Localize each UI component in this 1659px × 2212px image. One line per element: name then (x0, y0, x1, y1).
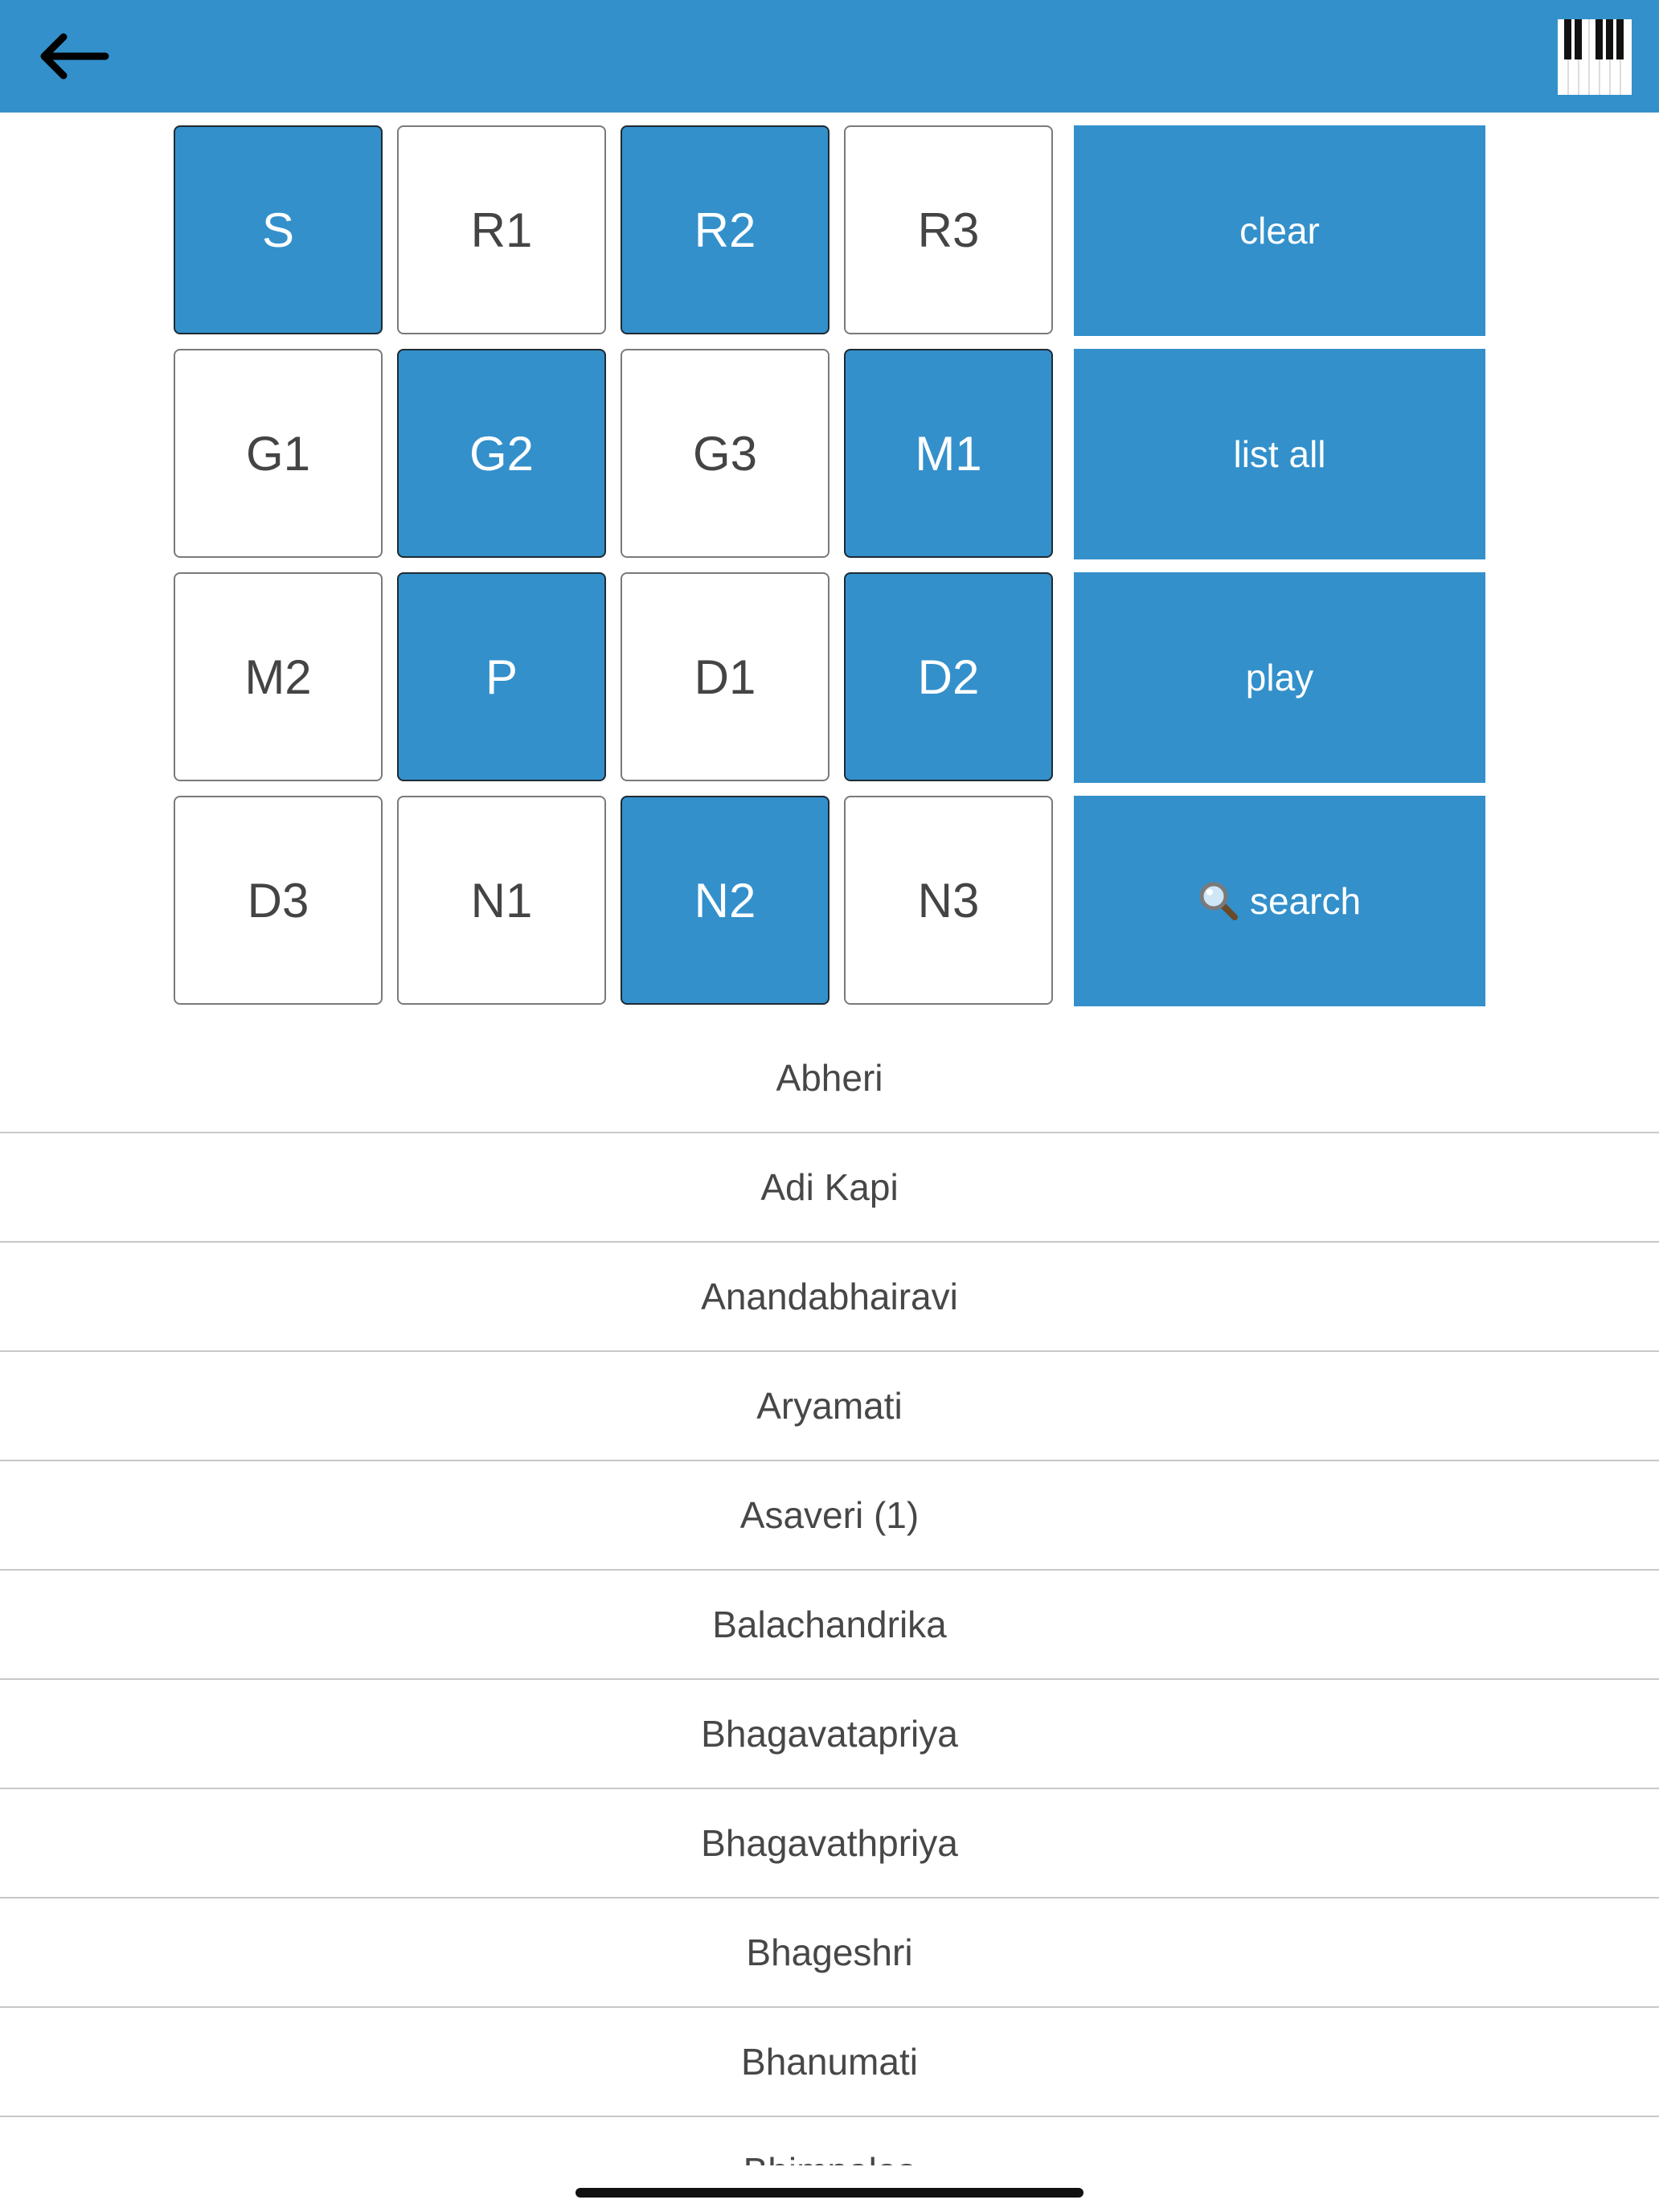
raga-list-item[interactable]: Asaveri (1) (0, 1461, 1659, 1571)
piano-keys-icon (1558, 19, 1632, 95)
raga-name: Abheri (776, 1057, 883, 1099)
swara-label: P (485, 649, 518, 704)
play-button[interactable]: play (1074, 572, 1485, 783)
clear-label: clear (1239, 210, 1320, 252)
swara-label: G3 (692, 426, 758, 481)
swara-label: M1 (915, 426, 982, 481)
raga-name: Aryamati (756, 1385, 903, 1427)
raga-list-item[interactable]: Aryamati (0, 1352, 1659, 1461)
swara-label: D1 (694, 649, 756, 704)
swara-button[interactable]: P (397, 572, 606, 781)
swara-label: N3 (917, 873, 980, 928)
swara-button[interactable]: D1 (621, 572, 830, 781)
raga-list[interactable]: Abheri Adi Kapi Anandabhairavi Aryamati Asav… (0, 1024, 1659, 2165)
swara-button[interactable]: M1 (844, 349, 1053, 558)
raga-list-item[interactable]: Bhanumati (0, 2008, 1659, 2117)
swara-button[interactable]: N3 (844, 796, 1053, 1005)
swara-button[interactable]: M2 (174, 572, 383, 781)
swara-button[interactable]: S (174, 125, 383, 334)
raga-list-item[interactable]: Bhimpalas (0, 2117, 1659, 2165)
search-label: search (1249, 880, 1362, 922)
swara-label: R2 (694, 203, 756, 257)
arrow-left-icon (40, 33, 109, 80)
swara-button[interactable]: D2 (844, 572, 1053, 781)
clear-button[interactable]: clear (1074, 125, 1485, 336)
swara-button[interactable]: G3 (621, 349, 830, 558)
swara-label: S (261, 203, 295, 257)
swara-label: D3 (247, 873, 309, 928)
swara-label: M2 (244, 649, 312, 704)
raga-name: Asaveri (1) (739, 1494, 920, 1536)
magnifier-icon (1198, 881, 1239, 921)
play-label: play (1245, 657, 1314, 698)
raga-name: Bhimpalas (743, 2149, 916, 2165)
top-bar (0, 0, 1659, 113)
list-all-button[interactable]: list all (1074, 349, 1485, 559)
raga-name: Bhagavathpriya (701, 1822, 958, 1864)
raga-name: Bhageshri (746, 1931, 913, 1973)
swara-button[interactable]: D3 (174, 796, 383, 1005)
raga-list-item[interactable]: Bhageshri (0, 1899, 1659, 2008)
raga-list-item[interactable]: Adi Kapi (0, 1133, 1659, 1243)
swara-button[interactable]: G2 (397, 349, 606, 558)
raga-list-item[interactable]: Balachandrika (0, 1571, 1659, 1680)
raga-name: Anandabhairavi (701, 1276, 958, 1317)
swara-button[interactable]: R2 (621, 125, 830, 334)
back-button[interactable] (29, 24, 117, 88)
swara-label: G1 (245, 426, 311, 481)
raga-name: Balachandrika (712, 1604, 947, 1645)
swara-label: R3 (917, 203, 980, 257)
raga-finder-screen: clear list all play search Abheri Adi Kap… (0, 0, 1659, 2212)
swara-label: N1 (470, 873, 533, 928)
raga-list-item[interactable]: Abheri (0, 1024, 1659, 1133)
swara-button[interactable]: N1 (397, 796, 606, 1005)
raga-name: Bhagavatapriya (701, 1713, 958, 1755)
raga-list-item[interactable]: Anandabhairavi (0, 1243, 1659, 1352)
raga-list-item[interactable]: Bhagavathpriya (0, 1789, 1659, 1899)
swara-button[interactable]: R3 (844, 125, 1053, 334)
swara-label: N2 (694, 873, 756, 928)
search-button[interactable]: search (1074, 796, 1485, 1006)
piano-button[interactable] (1558, 19, 1632, 95)
swara-label: D2 (917, 649, 980, 704)
raga-name: Bhanumati (741, 2041, 918, 2083)
swara-label: R1 (470, 203, 533, 257)
list-all-label: list all (1233, 433, 1326, 475)
swara-label: G2 (469, 426, 535, 481)
raga-name: Adi Kapi (760, 1166, 899, 1208)
swara-button[interactable]: N2 (621, 796, 830, 1005)
swara-button[interactable]: G1 (174, 349, 383, 558)
home-indicator (576, 2188, 1083, 2198)
raga-list-item[interactable]: Bhagavatapriya (0, 1680, 1659, 1789)
swara-button[interactable]: R1 (397, 125, 606, 334)
